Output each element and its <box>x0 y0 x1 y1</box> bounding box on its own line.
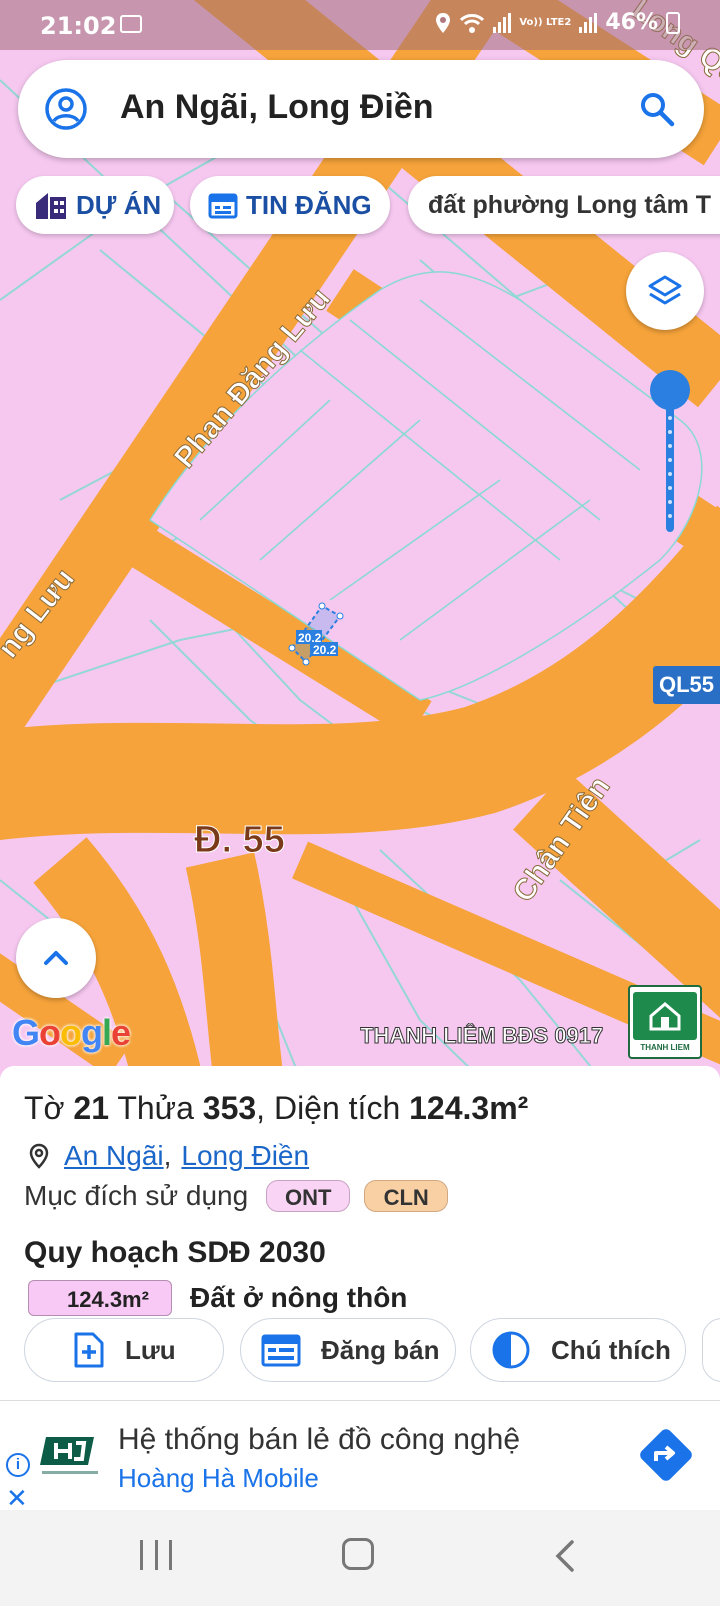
status-indicators: Vo)) LTE2 46% <box>435 10 680 35</box>
battery-percent: 46% <box>605 10 658 35</box>
home-button[interactable] <box>342 1538 374 1570</box>
road-label-d55: Đ. 55 <box>194 819 285 861</box>
chip-suggestion-label: đất phường Long tâm T <box>428 190 712 219</box>
parcel-label: Thửa <box>117 1090 194 1126</box>
layers-icon <box>648 275 682 305</box>
parcel-label-b: 20.2 <box>313 643 337 657</box>
purpose-badge-cln: CLN <box>364 1180 449 1212</box>
status-time: 21:02 <box>40 12 117 40</box>
ad-advertiser[interactable]: Hoàng Hà Mobile <box>118 1463 319 1494</box>
plan-title: Quy hoạch SDĐ 2030 <box>24 1236 326 1269</box>
account-icon[interactable] <box>44 87 88 131</box>
plan-area-chip: 124.3m² <box>28 1280 172 1316</box>
location-separator: , <box>163 1140 172 1171</box>
post-sale-label: Đăng bán <box>321 1334 440 1365</box>
ql55-shield: QL55 <box>653 666 720 704</box>
image-notification-icon <box>120 15 142 33</box>
chip-suggestion[interactable]: đất phường Long tâm T <box>408 176 720 234</box>
search-bar[interactable]: An Ngãi, Long Điền <box>18 60 704 158</box>
purpose-badge-ont: ONT <box>266 1180 351 1212</box>
area-value: 124.3m² <box>409 1090 529 1126</box>
system-nav-bar <box>0 1510 720 1606</box>
google-logo: Google <box>12 1012 131 1053</box>
chip-projects[interactable]: DỰ ÁN <box>16 176 174 234</box>
plan-area-row: 124.3m² Đất ở nông thôn <box>28 1280 407 1316</box>
ad-headline[interactable]: Hệ thống bán lẻ đồ công nghệ <box>118 1423 520 1457</box>
network-type: Vo)) LTE2 <box>519 16 572 28</box>
map-view[interactable]: 20.2 20.2 Phan Đăng Lưu ng Lưu Đ. 55 Châ… <box>0 0 720 1078</box>
directions-icon[interactable] <box>636 1425 696 1485</box>
land-use-purpose: Mục đích sử dụng ONT CLN <box>24 1180 449 1212</box>
watermark-text: THANH LIÊM BĐS 0917 <box>360 1023 604 1049</box>
battery-icon <box>666 11 680 34</box>
wifi-icon <box>460 13 485 33</box>
recent-apps-button[interactable] <box>140 1540 172 1570</box>
ad-info-icon[interactable]: i <box>6 1453 30 1477</box>
status-bar: 21:02 Vo)) LTE2 46% <box>0 0 720 50</box>
area-label: , Diện tích <box>256 1090 401 1126</box>
back-button[interactable] <box>550 1538 584 1574</box>
logo-caption: THANH LIEM <box>640 1043 690 1052</box>
calendar-icon <box>208 193 238 219</box>
post-sale-button[interactable]: Đăng bán <box>240 1318 456 1382</box>
save-label: Lưu <box>125 1334 176 1365</box>
parcel-location: An Ngãi, Long Điền <box>28 1140 309 1172</box>
parcel-number: 353 <box>202 1090 257 1126</box>
signal-icon-2 <box>579 12 598 33</box>
opacity-slider[interactable] <box>648 370 690 532</box>
plan-area-description: Đất ở nông thôn <box>190 1282 408 1313</box>
map-canvas[interactable]: 20.2 20.2 Phan Đăng Lưu ng Lưu Đ. 55 Châ… <box>0 0 720 1078</box>
search-query[interactable]: An Ngãi, Long Điền <box>120 88 434 127</box>
parcel-title: Tờ 21 Thửa 353, Diện tích 124.3m² <box>24 1090 528 1127</box>
sheet-label: Tờ <box>24 1090 65 1126</box>
location-icon <box>436 12 451 33</box>
location-pin-icon <box>29 1143 49 1169</box>
chip-listings-label: TIN ĐĂNG <box>246 189 372 220</box>
hoang-ha-logo <box>40 1437 98 1474</box>
half-circle-icon <box>492 1331 530 1369</box>
expand-panel-button[interactable] <box>16 918 96 998</box>
building-icon <box>36 193 66 219</box>
sheet-number: 21 <box>73 1090 110 1126</box>
save-button[interactable]: Lưu <box>24 1318 224 1382</box>
search-icon[interactable] <box>636 88 678 130</box>
layers-button[interactable] <box>626 252 704 330</box>
legend-label: Chú thích <box>551 1334 671 1365</box>
slider-handle[interactable] <box>650 370 690 410</box>
purpose-label: Mục đích sử dụng <box>24 1180 249 1211</box>
chevron-up-icon <box>44 951 68 965</box>
calendar-list-icon <box>261 1334 301 1367</box>
legend-button[interactable]: Chú thích <box>470 1318 686 1382</box>
commune-link[interactable]: An Ngãi <box>64 1140 164 1172</box>
chip-listings[interactable]: TIN ĐĂNG <box>190 176 390 234</box>
ad-banner[interactable]: i ✕ Hệ thống bán lẻ đồ công nghệ Hoàng H… <box>0 1400 720 1513</box>
house-icon <box>633 992 697 1040</box>
more-actions-button[interactable] <box>702 1318 720 1382</box>
chip-projects-label: DỰ ÁN <box>76 189 162 220</box>
add-file-icon <box>74 1332 104 1368</box>
signal-icon <box>493 12 512 33</box>
slider-track[interactable] <box>666 392 674 532</box>
thanh-liem-logo: THANH LIEM <box>628 985 702 1059</box>
district-link[interactable]: Long Điền <box>181 1140 309 1172</box>
